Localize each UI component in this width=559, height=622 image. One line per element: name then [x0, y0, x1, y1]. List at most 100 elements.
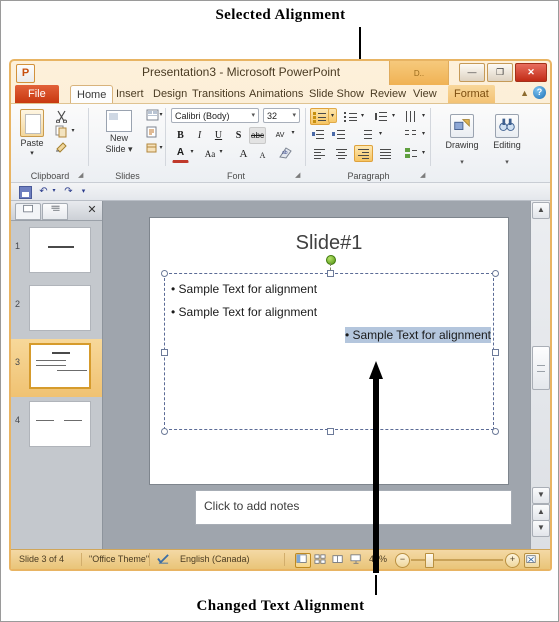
tab-home[interactable]: Home — [70, 85, 114, 104]
collapse-ribbon-icon[interactable]: ▲ — [520, 88, 529, 98]
decrease-indent-icon[interactable] — [310, 126, 330, 143]
text-shadow-button[interactable]: S — [230, 127, 247, 144]
character-spacing-caret[interactable]: ▾ — [289, 128, 297, 139]
tab-review[interactable]: Review — [364, 85, 412, 103]
resize-handle-br[interactable] — [492, 428, 499, 435]
slide-title[interactable]: Slide#1 — [150, 232, 508, 255]
notes-pane[interactable]: Click to add notes — [195, 490, 512, 525]
content-placeholder-textbox[interactable]: • Sample Text for alignment • Sample Tex… — [161, 270, 499, 435]
scrollbar-thumb[interactable] — [532, 346, 550, 390]
increase-indent-icon[interactable] — [330, 126, 350, 143]
new-slide-label-2[interactable]: Slide ▾ — [95, 143, 143, 154]
italic-button[interactable]: I — [191, 127, 208, 144]
view-reading-button[interactable] — [331, 553, 347, 568]
slide-line-1[interactable]: • Sample Text for alignment — [171, 282, 491, 296]
thumbnail-row-3[interactable]: 3 — [11, 339, 102, 397]
resize-handle-r[interactable] — [492, 349, 499, 356]
paragraph-dialog-launcher[interactable]: ◢ — [420, 172, 428, 180]
bullets-dropdown-caret[interactable]: ▾ — [328, 108, 337, 123]
decrease-font-size-button[interactable]: A — [254, 147, 271, 164]
thumbnail-image[interactable] — [29, 343, 91, 389]
copy-icon[interactable] — [55, 125, 68, 138]
convert-to-smartart-caret[interactable]: ▾ — [419, 145, 428, 160]
line-spacing-caret[interactable]: ▾ — [389, 108, 398, 123]
view-slide-sorter-button[interactable] — [313, 553, 329, 568]
resize-handle-tr[interactable] — [492, 270, 499, 277]
paste-dropdown-caret[interactable]: ▾ — [23, 148, 41, 157]
increase-font-size-button[interactable]: A — [235, 146, 252, 163]
previous-slide-button[interactable]: ▲ — [532, 504, 550, 521]
bullets-icon[interactable] — [310, 108, 330, 125]
zoom-in-button[interactable]: + — [505, 553, 520, 568]
reset-icon[interactable] — [146, 126, 159, 139]
view-slide-show-button[interactable] — [349, 553, 365, 568]
save-icon[interactable] — [19, 186, 32, 199]
resize-handle-b[interactable] — [327, 428, 334, 435]
justify-button[interactable] — [376, 145, 395, 162]
help-icon[interactable]: ? — [533, 86, 546, 99]
minimize-button[interactable]: — — [459, 63, 485, 82]
numbering-dropdown-caret[interactable]: ▾ — [358, 108, 367, 123]
align-center-button[interactable] — [332, 145, 351, 162]
layout-dropdown-caret[interactable]: ▾ — [157, 110, 165, 120]
slide-line-2[interactable]: • Sample Text for alignment — [171, 305, 491, 319]
customize-qat-caret[interactable]: ▾ — [79, 185, 88, 198]
paste-button-label[interactable]: Paste — [16, 137, 48, 148]
clear-formatting-icon[interactable]: ab — [278, 146, 293, 160]
text-direction-caret[interactable]: ▾ — [419, 108, 428, 123]
align-right-button[interactable] — [354, 145, 373, 162]
fit-to-window-icon[interactable] — [524, 553, 540, 568]
scroll-up-button[interactable]: ▲ — [532, 202, 550, 219]
view-normal-button[interactable] — [295, 553, 311, 568]
slide-line-3[interactable]: • Sample Text for alignment — [171, 327, 491, 343]
change-case-caret[interactable]: ▾ — [217, 147, 225, 158]
clipboard-dialog-launcher[interactable]: ◢ — [78, 172, 86, 180]
tab-animations[interactable]: Animations — [243, 85, 309, 103]
copy-dropdown-caret[interactable]: ▾ — [69, 126, 77, 136]
font-name-caret[interactable]: ▾ — [251, 109, 255, 123]
font-color-caret[interactable]: ▾ — [188, 147, 196, 158]
tab-outline[interactable] — [42, 203, 68, 220]
scroll-down-button[interactable]: ▼ — [532, 487, 550, 504]
language-indicator[interactable]: English (Canada) — [180, 554, 250, 564]
tab-slide-show[interactable]: Slide Show — [303, 85, 370, 103]
zoom-slider-handle[interactable] — [425, 553, 434, 568]
new-slide-icon[interactable] — [106, 110, 132, 132]
align-left-button[interactable] — [310, 145, 329, 162]
resize-handle-tl[interactable] — [161, 270, 168, 277]
slide-canvas[interactable]: Slide#1 • Sample Text for alignment • Sa… — [149, 217, 509, 485]
undo-dropdown-caret[interactable]: ▾ — [50, 185, 58, 198]
paste-icon[interactable] — [20, 109, 44, 137]
align-text-icon[interactable] — [358, 126, 378, 143]
font-dialog-launcher[interactable]: ◢ — [295, 172, 303, 180]
theme-name[interactable]: "Office Theme" — [89, 554, 149, 564]
tab-format[interactable]: Format — [448, 85, 495, 103]
columns-caret[interactable]: ▾ — [419, 126, 428, 141]
cut-icon[interactable] — [55, 110, 68, 124]
next-slide-button[interactable]: ▼ — [532, 520, 550, 537]
font-name-combo[interactable]: Calibri (Body) ▾ — [171, 108, 259, 123]
resize-handle-t[interactable] — [327, 270, 334, 277]
tab-slides[interactable] — [15, 203, 41, 220]
editing-caret[interactable]: ▾ — [505, 159, 509, 166]
close-pane-button[interactable]: ✕ — [85, 203, 99, 218]
bold-button[interactable]: B — [172, 127, 189, 144]
vertical-scrollbar[interactable]: ▲ ▼ ▲ ▼ — [530, 201, 550, 553]
underline-button[interactable]: U — [210, 127, 227, 144]
new-slide-label-1[interactable]: New — [99, 132, 139, 143]
tab-file[interactable]: File — [15, 85, 59, 103]
thumbnail-image[interactable] — [29, 401, 91, 447]
undo-button[interactable]: ↶ — [37, 185, 50, 198]
format-painter-icon[interactable] — [55, 140, 68, 153]
font-size-combo[interactable]: 32 ▾ — [263, 108, 300, 123]
drawing-button[interactable]: Drawing ▾ — [441, 107, 483, 169]
tab-insert[interactable]: Insert — [110, 85, 150, 103]
tab-view[interactable]: View — [407, 85, 443, 103]
thumbnail-row-4[interactable]: 4 — [11, 397, 102, 455]
font-size-caret[interactable]: ▾ — [292, 109, 296, 123]
thumbnail-row-1[interactable]: 1 — [11, 223, 102, 281]
redo-button[interactable]: ↷ — [62, 185, 75, 198]
drawing-caret[interactable]: ▾ — [460, 159, 464, 166]
align-text-caret[interactable]: ▾ — [376, 126, 385, 141]
editing-button[interactable]: Editing ▾ — [486, 107, 528, 169]
